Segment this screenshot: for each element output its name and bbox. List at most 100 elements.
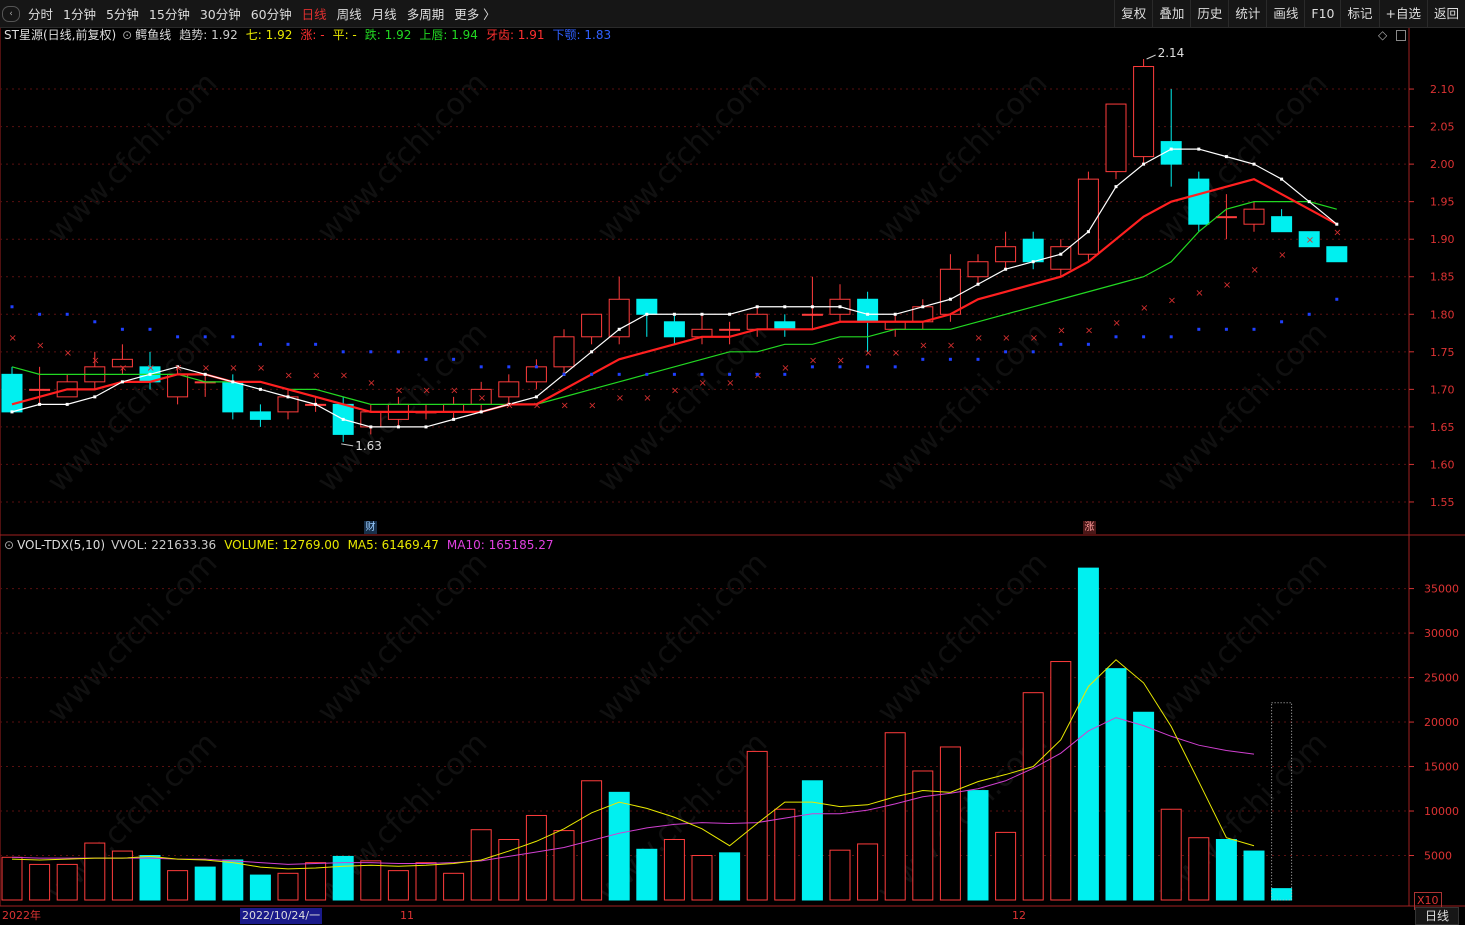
jaw-point-17 <box>479 410 483 414</box>
watermark-8: www.cfchi.com <box>870 315 1055 500</box>
dot-mark-44 <box>1224 327 1228 331</box>
indicator-toggle-icon[interactable]: ⊙ <box>122 27 132 43</box>
tool-button-8[interactable]: 返回 <box>1426 0 1465 27</box>
jaw-point-26 <box>728 312 732 316</box>
price-tick-label-0: 1.55 <box>1430 496 1455 509</box>
volume-bar-33 <box>912 770 934 901</box>
watermark-10: www.cfchi.com <box>40 545 225 730</box>
kline-chart[interactable]: × × × × × × × × × × × × × × × × × × × × × × × × × × × × × × × × × × × × × × × ×… <box>0 0 1465 924</box>
volume-bar-28 <box>774 808 796 901</box>
jaw-point-36 <box>1004 267 1008 271</box>
vol-tick-label-5: 30000 <box>1424 627 1459 640</box>
period-button[interactable]: 日线 <box>1415 907 1459 925</box>
vol-indicator-name: VOL-TDX(5,10) <box>17 538 106 552</box>
volume-bar-13 <box>360 860 382 901</box>
back-pill-icon[interactable]: ‹ <box>2 6 20 22</box>
diamond-icon[interactable]: ◇ <box>1378 28 1387 42</box>
cross-mark-36: × <box>1002 333 1010 344</box>
cross-mark-23: × <box>643 393 651 404</box>
high-arrow <box>1146 54 1156 60</box>
jaw-point-25 <box>700 312 704 316</box>
volume-bar-14 <box>387 870 409 901</box>
jaw-point-37 <box>1031 260 1035 264</box>
candle-body-40 <box>1105 103 1127 173</box>
dot-mark-5 <box>148 327 152 331</box>
candle-body-26 <box>719 328 741 331</box>
volume-bar-36 <box>995 831 1017 901</box>
volume-bar-26 <box>719 852 741 901</box>
low-label: 1.63 <box>355 439 382 453</box>
tool-button-6[interactable]: 标记 <box>1340 0 1378 27</box>
cross-mark-33: × <box>919 340 927 351</box>
price-tick-label-10: 2.05 <box>1430 121 1455 134</box>
cross-mark-35: × <box>975 333 983 344</box>
dot-mark-9 <box>258 342 262 346</box>
dot-mark-17 <box>479 365 483 369</box>
indicator-value-4: 跌: 1.92 <box>364 28 412 42</box>
period-tab-5[interactable]: 60分钟 <box>251 4 292 23</box>
cross-mark-14: × <box>395 385 403 396</box>
volume-bar-29 <box>801 780 823 901</box>
period-tab-0[interactable]: 分时 <box>28 4 53 23</box>
vol-ma10-line <box>11 717 1255 865</box>
period-tab-2[interactable]: 5分钟 <box>106 4 139 23</box>
tool-button-3[interactable]: 统计 <box>1228 0 1266 27</box>
dot-mark-23 <box>645 372 649 376</box>
low-arrow <box>341 443 354 447</box>
period-tab-4[interactable]: 30分钟 <box>200 4 241 23</box>
tool-button-0[interactable]: 复权 <box>1114 0 1152 27</box>
dot-mark-34 <box>948 357 952 361</box>
right-tools: 复权 叠加 历史 统计 画线 F10 标记 +自选 返回 <box>1114 0 1465 27</box>
jaw-point-0 <box>10 410 14 414</box>
teeth-line <box>11 177 1338 413</box>
limit-up-marker[interactable]: 涨 <box>1083 521 1096 534</box>
tool-button-1[interactable]: 叠加 <box>1152 0 1190 27</box>
tool-button-5[interactable]: F10 <box>1304 0 1340 27</box>
tool-button-4[interactable]: 画线 <box>1266 0 1304 27</box>
tool-button-2[interactable]: 历史 <box>1190 0 1228 27</box>
volume-bar-43 <box>1188 837 1210 901</box>
volume-bar-4 <box>111 850 133 901</box>
cross-mark-32: × <box>892 348 900 359</box>
cross-mark-29: × <box>809 355 817 366</box>
cross-mark-18: × <box>505 400 513 411</box>
dot-mark-10 <box>286 342 290 346</box>
jaw-point-1 <box>38 402 42 406</box>
indicator-value-7: 下颚: 1.83 <box>552 28 612 42</box>
dot-mark-16 <box>452 357 456 361</box>
date-cursor-label: 2022/10/24/一 <box>240 908 323 924</box>
dot-mark-27 <box>755 372 759 376</box>
candle-body-32 <box>884 321 906 330</box>
vol-toggle-icon[interactable]: ⊙ <box>4 537 14 553</box>
period-tab-6[interactable]: 日线 <box>302 4 327 23</box>
candle-body-47 <box>1298 231 1320 248</box>
dot-mark-37 <box>1031 350 1035 354</box>
period-tab-1[interactable]: 1分钟 <box>63 4 96 23</box>
volume-bar-46 <box>1271 888 1293 901</box>
volume-bar-16 <box>443 872 465 901</box>
volume-bar-38 <box>1050 661 1072 901</box>
jaw-point-3 <box>93 395 97 399</box>
volume-bar-15 <box>415 862 437 901</box>
candle-body-15 <box>415 411 437 414</box>
expand-icon[interactable] <box>1396 30 1406 41</box>
price-tick-label-3: 1.70 <box>1430 383 1455 396</box>
period-tab-3[interactable]: 15分钟 <box>149 4 190 23</box>
dot-mark-0 <box>10 305 14 309</box>
jaw-point-13 <box>369 425 373 429</box>
period-tab-9[interactable]: 多周期 <box>407 4 445 23</box>
indicator-values: 趋势: 1.92 七: 1.92 涨: - 平: - 跌: 1.92 上唇: 1.94 牙齿… <box>179 27 619 43</box>
cross-mark-1: × <box>36 340 44 351</box>
jaw-point-12 <box>341 417 345 421</box>
tool-button-7[interactable]: +自选 <box>1378 0 1427 27</box>
candle-body-21 <box>581 313 603 338</box>
watermark-2: www.cfchi.com <box>590 65 775 250</box>
period-tab-10[interactable]: 更多 〉 <box>454 4 495 23</box>
cross-mark-40: × <box>1113 318 1121 329</box>
cross-mark-41: × <box>1140 303 1148 314</box>
finance-marker[interactable]: 财 <box>364 521 377 534</box>
period-tab-8[interactable]: 月线 <box>372 4 397 23</box>
volume-bar-5 <box>139 855 161 901</box>
volume-bar-44 <box>1215 838 1237 901</box>
period-tab-7[interactable]: 周线 <box>337 4 362 23</box>
